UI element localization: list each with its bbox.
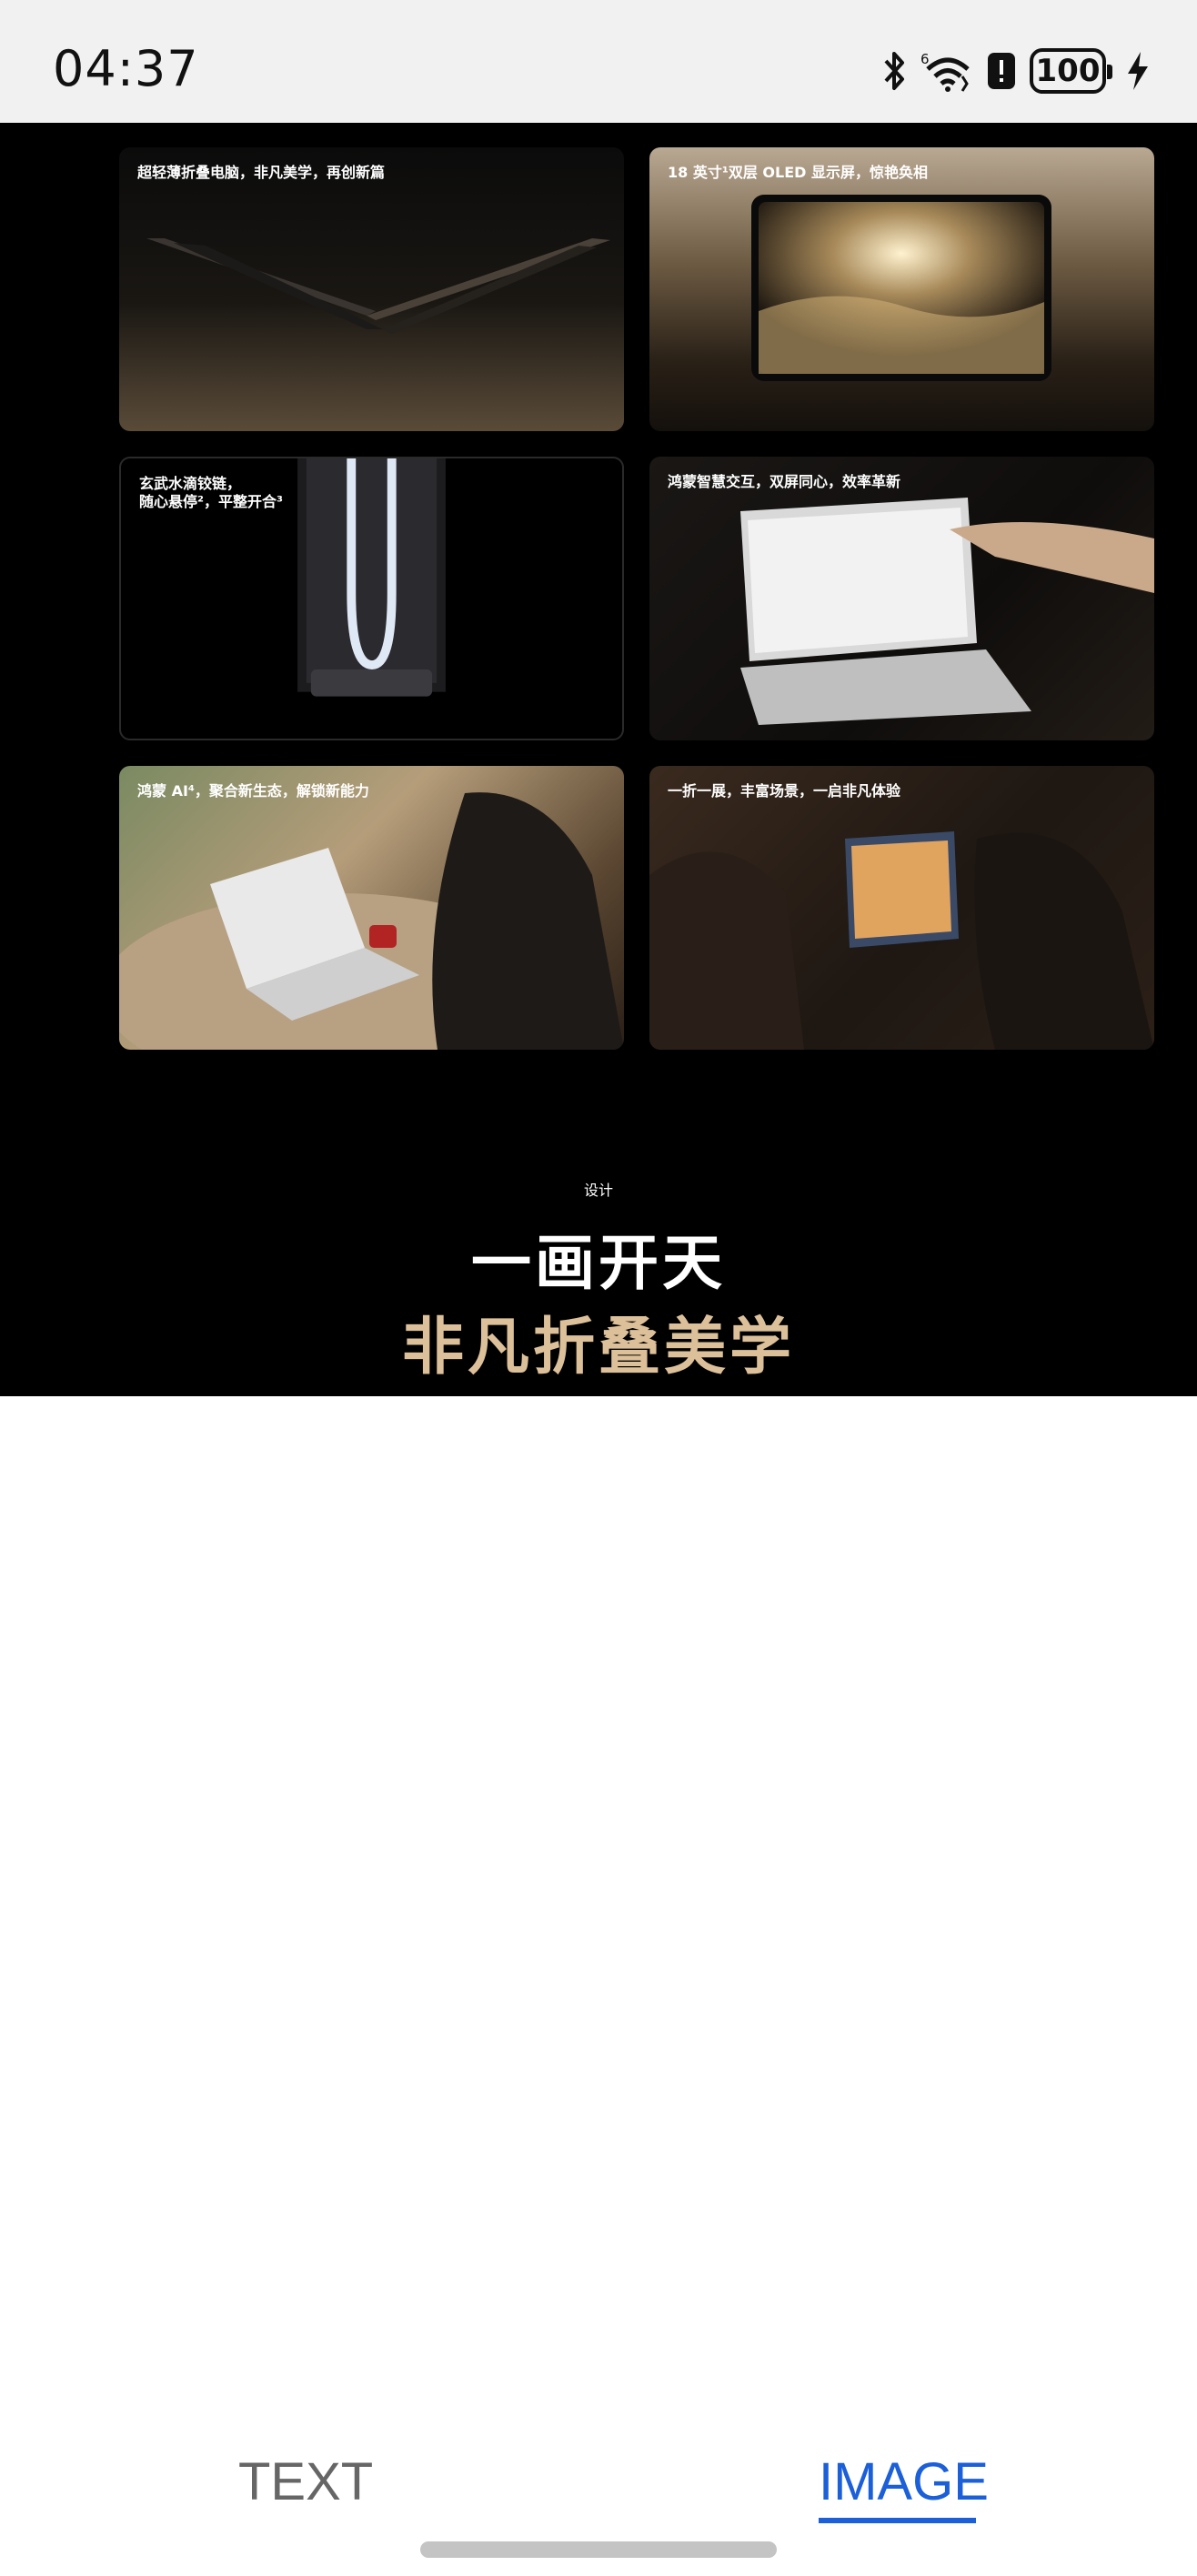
wifi-icon: 6: [920, 45, 973, 96]
charging-icon: [1126, 45, 1150, 96]
svg-text:6: 6: [920, 51, 930, 67]
card-caption: 玄武水滴铰链， 随心悬停²，平整开合³: [139, 475, 284, 510]
card-caption: 鸿蒙智慧交互，双屏同心，效率革新: [668, 473, 901, 490]
headline-primary: 一画开天: [471, 1228, 726, 1298]
tab-image[interactable]: IMAGE: [819, 2451, 989, 2512]
status-time: 04:37: [53, 40, 199, 97]
status-icons: 6 100: [880, 45, 1150, 96]
card-caption: 一折一展，丰富场景，一启非凡体验: [668, 782, 901, 800]
feature-card-thin-light[interactable]: 超轻薄折叠电脑，非凡美学，再创新篇: [119, 147, 624, 431]
alert-icon: [986, 45, 1017, 96]
feature-card-oled-display[interactable]: 18 英寸¹双层 OLED 显示屏，惊艳奂相: [649, 147, 1154, 431]
feature-card-harmony-ai[interactable]: 鸿蒙 AI⁴，聚合新生态，解锁新能力: [119, 766, 624, 1050]
battery-icon: 100: [1030, 48, 1112, 94]
card-caption: 超轻薄折叠电脑，非凡美学，再创新篇: [137, 164, 386, 181]
home-indicator[interactable]: [420, 2541, 777, 2558]
feature-card-scenarios[interactable]: 一折一展，丰富场景，一启非凡体验: [649, 766, 1154, 1050]
card-caption: 鸿蒙 AI⁴，聚合新生态，解锁新能力: [137, 782, 369, 800]
oled-tablet-image: [751, 195, 1051, 381]
section-label: 设计: [583, 1182, 613, 1199]
headline-secondary: 非凡折叠美学: [401, 1312, 795, 1384]
folded-laptop-image: [146, 238, 610, 334]
tab-image-active-indicator: [819, 2518, 976, 2523]
tab-text[interactable]: TEXT: [238, 2451, 373, 2512]
dual-screen-image: [740, 498, 1154, 725]
feature-card-harmony-interaction[interactable]: 鸿蒙智慧交互，双屏同心，效率革新: [649, 457, 1154, 740]
status-bar: 04:37 6 100: [0, 0, 1197, 123]
feature-card-hinge[interactable]: 玄武水滴铰链， 随心悬停²，平整开合³: [119, 457, 624, 740]
bluetooth-icon: [880, 45, 908, 96]
product-page[interactable]: 超轻薄折叠电脑，非凡美学，再创新篇 18 英寸¹双层 OLED 显示屏，惊艳奂相: [0, 123, 1197, 1396]
card-caption: 18 英寸¹双层 OLED 显示屏，惊艳奂相: [668, 164, 928, 181]
scenario-image: [649, 831, 1154, 1050]
ai-scene-image: [119, 792, 624, 1050]
